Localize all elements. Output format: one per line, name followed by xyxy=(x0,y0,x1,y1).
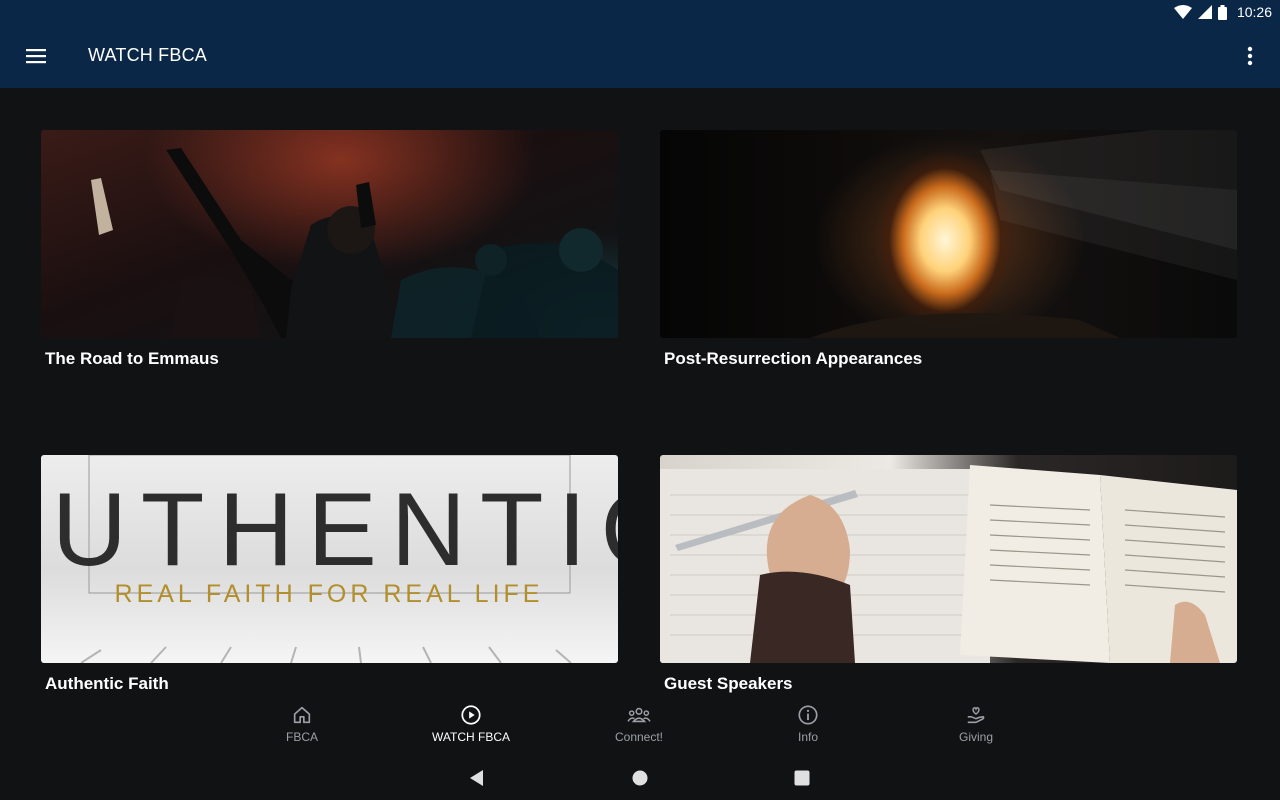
nav-item-info[interactable]: Info xyxy=(758,704,858,752)
nav-label: WATCH FBCA xyxy=(432,730,510,744)
tomb-light-illustration xyxy=(810,130,1237,338)
nav-label: Info xyxy=(797,730,818,744)
system-navigation-bar xyxy=(0,756,1280,800)
nav-item-giving[interactable]: Giving xyxy=(926,704,1026,752)
series-headline: AUTHENTIC xyxy=(41,472,618,588)
card-title: Authentic Faith xyxy=(45,674,169,693)
back-button[interactable] xyxy=(466,766,490,790)
info-icon xyxy=(798,705,818,725)
nav-label: Giving xyxy=(958,730,993,744)
nav-label: FBCA xyxy=(285,730,318,744)
card-post-resurrection-appearances[interactable]: Post-Resurrection Appearances xyxy=(660,130,1237,369)
card-image-empty-tomb xyxy=(660,130,1237,338)
nav-item-fbca[interactable]: FBCA xyxy=(252,704,352,752)
card-title: Post-Resurrection Appearances xyxy=(664,349,923,368)
status-bar: 10:26 xyxy=(0,0,1280,24)
giving-hand-icon xyxy=(967,707,985,724)
menu-button[interactable] xyxy=(24,44,48,68)
series-tagline: REAL FAITH FOR REAL LIFE xyxy=(115,580,544,608)
overflow-menu-button[interactable] xyxy=(1240,44,1260,68)
home-icon xyxy=(293,706,311,724)
signal-icon xyxy=(1197,5,1212,19)
bottom-navigation: FBCA WATCH FBCA Connect! Info Giving xyxy=(0,700,1280,756)
card-title: The Road to Emmaus xyxy=(45,349,219,368)
nav-item-connect[interactable]: Connect! xyxy=(589,704,689,752)
card-guest-speakers[interactable]: Guest Speakers xyxy=(660,455,1237,694)
group-icon xyxy=(627,707,651,723)
hamburger-menu-icon xyxy=(26,49,46,64)
nav-label: Connect! xyxy=(614,730,664,744)
battery-icon xyxy=(1217,4,1227,20)
wifi-icon xyxy=(1173,5,1192,19)
play-circle-icon xyxy=(461,705,481,725)
nav-item-watch-fbca[interactable]: WATCH FBCA xyxy=(416,704,526,752)
status-time: 10:26 xyxy=(1236,4,1272,20)
home-circle-icon xyxy=(632,770,648,786)
worship-crowd-illustration xyxy=(91,148,618,338)
recents-button[interactable] xyxy=(790,766,814,790)
page-title: WATCH FBCA xyxy=(88,45,207,65)
card-road-to-emmaus[interactable]: The Road to Emmaus xyxy=(41,130,618,369)
card-image-authentic-series: AUTHENTIC REAL FAITH FOR REAL LIFE xyxy=(41,455,618,663)
more-vert-icon xyxy=(1247,46,1253,66)
home-button[interactable] xyxy=(628,766,652,790)
status-icons: 10:26 xyxy=(1173,3,1272,21)
authentic-series-graphic: AUTHENTIC REAL FAITH FOR REAL LIFE xyxy=(41,455,618,663)
bible-notebook-illustration xyxy=(660,465,1237,663)
card-image-bible-study xyxy=(660,455,1237,663)
app-bar: WATCH FBCA xyxy=(0,24,1280,88)
recents-square-icon xyxy=(794,770,810,786)
back-triangle-icon xyxy=(470,770,483,786)
card-authentic-faith[interactable]: AUTHENTIC REAL FAITH FOR REAL LIFE Authe… xyxy=(41,455,618,694)
card-title: Guest Speakers xyxy=(664,674,793,693)
card-image-worship-crowd xyxy=(41,130,618,338)
